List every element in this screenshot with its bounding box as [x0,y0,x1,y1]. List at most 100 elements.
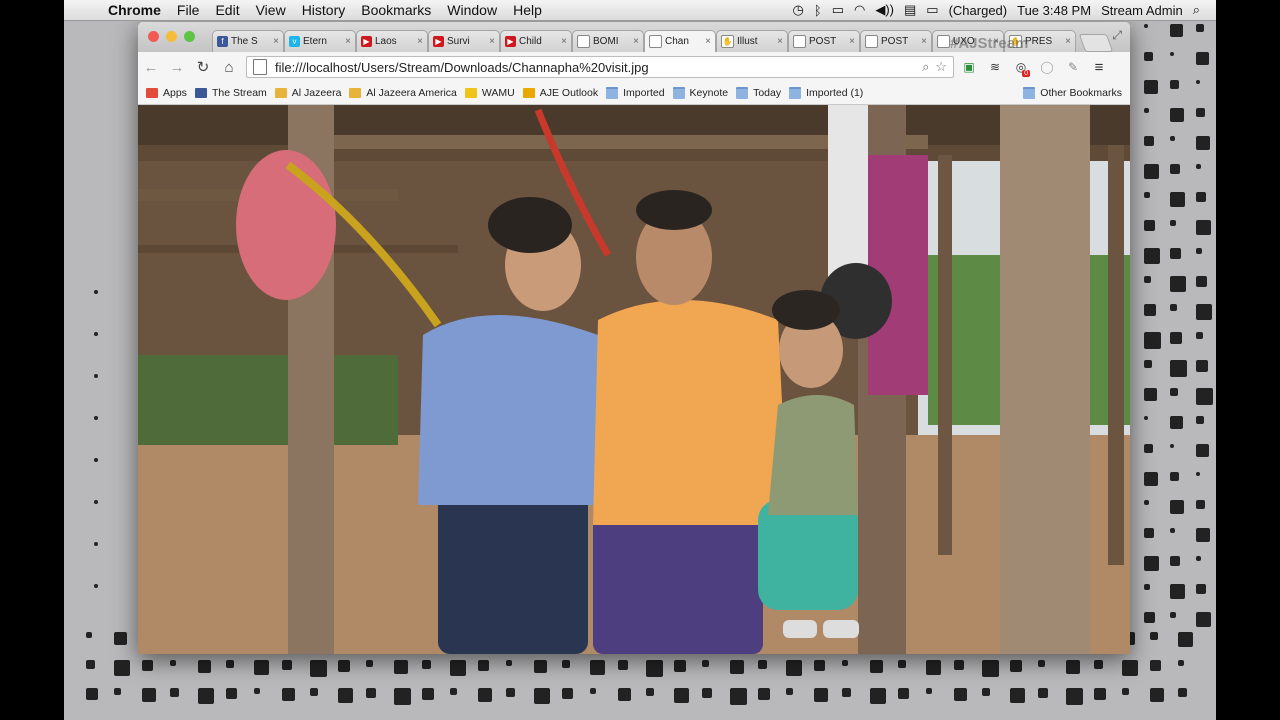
wallpaper-dot [366,660,373,667]
wallpaper-dot [1122,688,1129,695]
close-tab-icon[interactable]: × [921,36,927,47]
fullscreen-icon[interactable]: ⤢ [1112,28,1122,43]
menu-help[interactable]: Help [505,2,550,18]
wifi-icon[interactable]: ◠ [854,2,865,18]
close-tab-icon[interactable]: × [273,36,279,47]
tab-7[interactable]: ✋ Illust × [716,30,788,52]
bluetooth-icon[interactable]: ᛒ [814,3,822,18]
wallpaper-dot [1196,136,1210,150]
bookmark-5[interactable]: AJE Outlook [522,87,598,99]
extension-pen-icon[interactable]: ✎ [1062,56,1084,78]
url-text[interactable]: file:///localhost/Users/Stream/Downloads… [275,60,922,75]
bookmark-3[interactable]: Al Jazeera America [349,87,457,99]
wallpaper-dot [1178,660,1184,666]
menu-window[interactable]: Window [439,2,505,18]
menu-bookmarks[interactable]: Bookmarks [353,2,439,18]
wallpaper-dot [1144,108,1149,113]
tab-2[interactable]: ▶ Laos × [356,30,428,52]
wallpaper-dot [94,374,98,378]
menu-view[interactable]: View [248,2,294,18]
mac-menubar: Chrome File Edit View History Bookmarks … [64,0,1216,21]
folder-icon [1023,87,1036,99]
extension-green-icon[interactable]: ▣ [958,56,980,78]
tab-1[interactable]: v Etern × [284,30,356,52]
close-tab-icon[interactable]: × [561,36,567,47]
home-icon[interactable]: ⌂ [216,59,242,76]
address-bar[interactable]: file:///localhost/Users/Stream/Downloads… [246,56,954,78]
extension-badge-icon[interactable]: ◎ 0 [1010,56,1032,78]
battery-status[interactable]: (Charged) [949,3,1008,18]
display-icon[interactable]: ▭ [832,2,844,18]
tab-4[interactable]: ▶ Child × [500,30,572,52]
menu-history[interactable]: History [294,2,354,18]
wallpaper-dot [1144,556,1159,571]
menu-edit[interactable]: Edit [207,2,247,18]
bookmark-7[interactable]: Keynote [672,87,728,99]
bookmark-star-icon[interactable]: ☆ [935,59,947,75]
wallpaper-dot [94,458,98,462]
bookmark-label: Al Jazeera [291,87,342,99]
extension-circle-icon[interactable]: ◯ [1036,56,1058,78]
wallpaper-dot [1170,528,1175,533]
tab-3[interactable]: ▶ Survi × [428,30,500,52]
close-tab-icon[interactable]: × [777,36,783,47]
bookmark-1[interactable]: The Stream [194,87,267,99]
wallpaper-dot [1178,688,1187,697]
wallpaper-dot [1094,660,1103,669]
zoom-window-button[interactable] [184,31,195,42]
tab-9[interactable]: POST × [860,30,932,52]
wallpaper-dot [1196,108,1205,117]
wallpaper-dot [1170,108,1184,122]
spotlight-search-icon[interactable]: ⌕ [1193,2,1200,18]
close-tab-icon[interactable]: × [705,36,711,47]
tab-6[interactable]: Chan × [644,30,716,52]
wallpaper-dot [954,688,967,701]
tab-label: PRES [1025,36,1053,47]
clock[interactable]: Tue 3:48 PM [1017,3,1091,18]
close-tab-icon[interactable]: × [417,36,423,47]
back-icon[interactable]: ← [138,59,164,76]
user-name[interactable]: Stream Admin [1101,3,1183,18]
wallpaper-dot [198,660,211,673]
bookmark-2[interactable]: Al Jazeera [274,87,342,99]
bookmark-6[interactable]: Imported [606,87,665,99]
other-bookmarks[interactable]: Other Bookmarks [1023,87,1122,99]
wallpaper-dot [1170,472,1179,481]
forward-icon[interactable]: → [164,59,190,76]
reload-icon[interactable]: ↻ [190,58,216,76]
time-machine-icon[interactable]: ◷ [793,2,804,18]
extension-layers-icon[interactable]: ≋ [984,56,1006,78]
browser-window: f The S × v Etern × ▶ Laos × ▶ Survi × ▶ Child × BOMI × C… [138,22,1130,654]
close-tab-icon[interactable]: × [1065,36,1071,47]
chrome-menu-icon[interactable]: ≡ [1088,56,1110,78]
wallpaper-dot [1170,500,1184,514]
minimize-window-button[interactable] [166,31,177,42]
wallpaper-dot [1196,276,1207,287]
close-tab-icon[interactable]: × [633,36,639,47]
close-tab-icon[interactable]: × [489,36,495,47]
wallpaper-dot [786,660,802,676]
bookmark-0[interactable]: Apps [146,87,187,99]
close-tab-icon[interactable]: × [345,36,351,47]
menu-app-chrome[interactable]: Chrome [100,2,169,18]
new-tab-button[interactable] [1078,34,1114,52]
flag-icon[interactable]: ▤ [904,2,916,18]
battery-icon[interactable]: ▭ [926,2,938,18]
bookmark-4[interactable]: WAMU [464,87,515,99]
wallpaper-dot [1170,304,1177,311]
wallpaper-dot [1038,660,1045,667]
tab-0[interactable]: f The S × [212,30,284,52]
wallpaper-dot [1170,136,1175,141]
close-window-button[interactable] [148,31,159,42]
zoom-icon[interactable]: ⌕ [922,59,929,75]
bookmark-9[interactable]: Imported (1) [789,87,863,99]
menu-file[interactable]: File [169,2,208,18]
bookmark-8[interactable]: Today [736,87,781,99]
tab-5[interactable]: BOMI × [572,30,644,52]
wallpaper-dot [114,660,130,676]
tab-8[interactable]: POST × [788,30,860,52]
wallpaper-dot [1196,332,1203,339]
volume-icon[interactable]: ◀)) [875,2,894,18]
wallpaper-dot [534,660,547,673]
close-tab-icon[interactable]: × [849,36,855,47]
